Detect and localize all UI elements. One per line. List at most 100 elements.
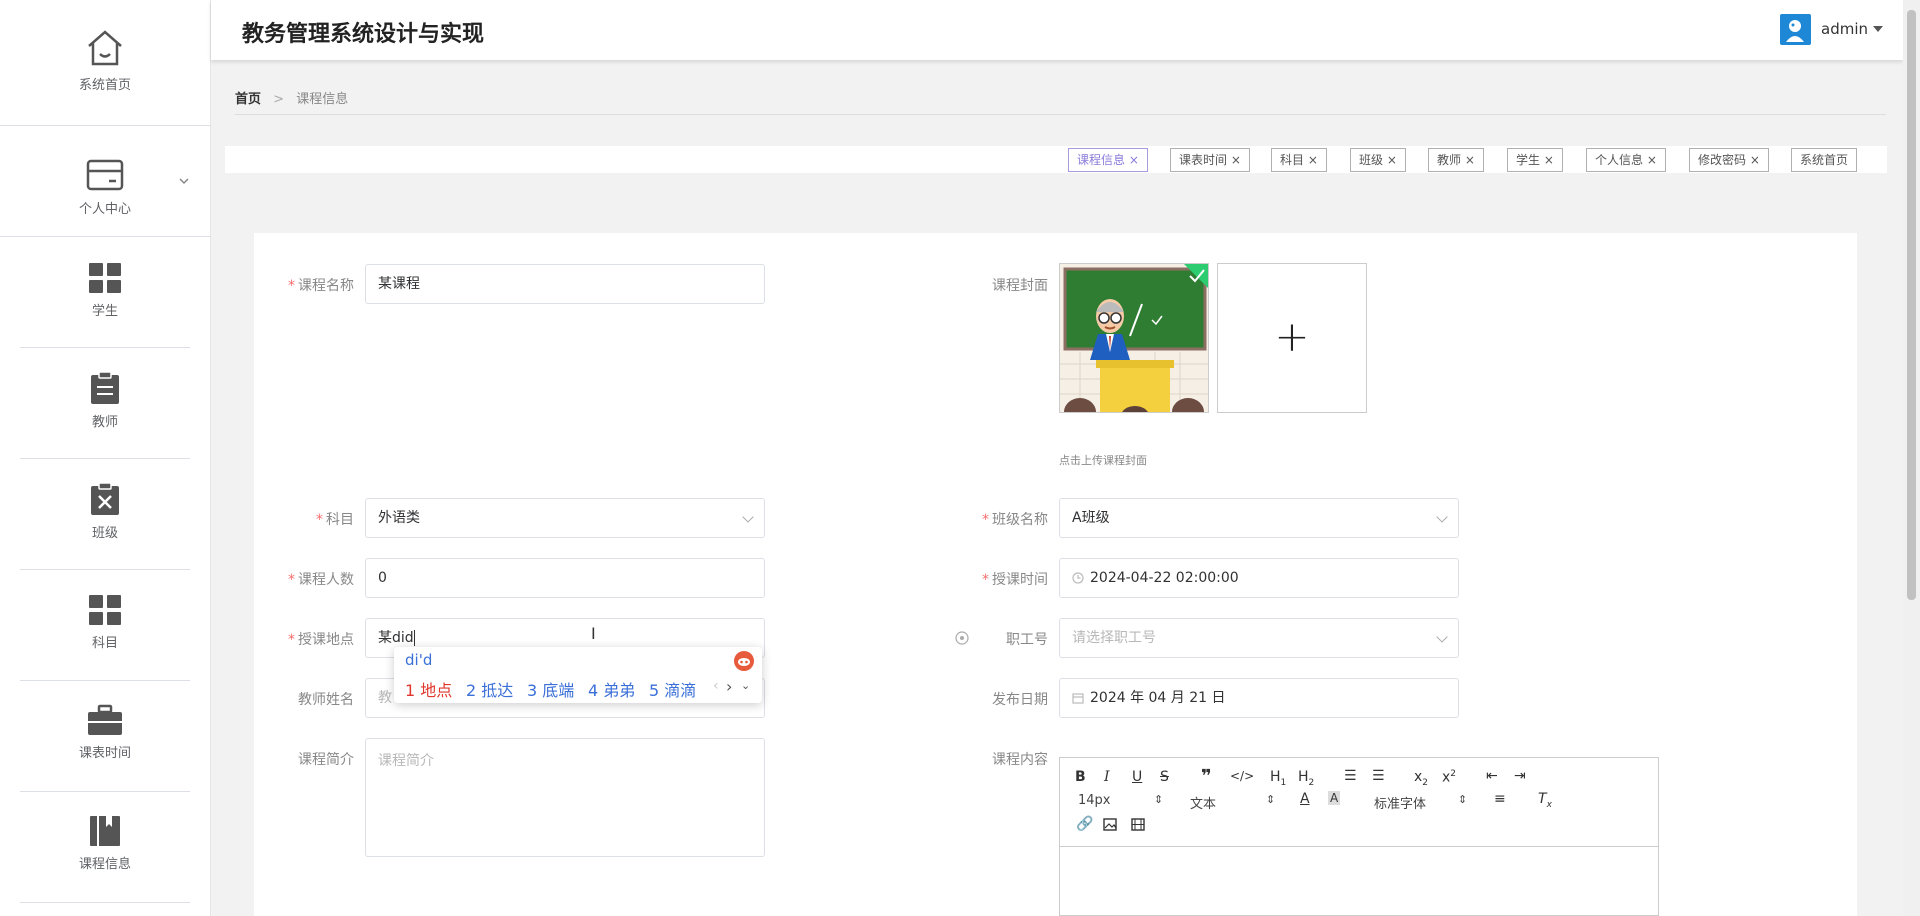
chevron-left-icon[interactable]: ‹ [713, 678, 719, 694]
cover-image[interactable] [1059, 263, 1209, 413]
cover-label: 课程封面 [992, 278, 1048, 294]
heading2-icon[interactable]: H2 [1298, 769, 1314, 788]
text-cursor-icon: I [591, 624, 596, 643]
underline-icon[interactable]: U [1132, 769, 1142, 785]
background-color-icon[interactable]: A [1328, 791, 1341, 805]
wallet-icon [86, 159, 124, 191]
ime-candidate[interactable]: 3 底端 [527, 677, 574, 701]
time-picker[interactable]: 2024-04-22 02:00:00 [1059, 558, 1459, 598]
block-format-select[interactable]: 文本 [1190, 793, 1216, 812]
sidebar-item-course[interactable]: 课程信息 [20, 815, 190, 872]
clipboard-x-icon [91, 482, 119, 515]
publish-date-picker[interactable]: 2024 年 04 月 21 日 [1059, 678, 1459, 718]
video-icon[interactable] [1131, 818, 1145, 831]
time-label: * 授课时间 [982, 572, 1048, 588]
course-name-input[interactable]: 某课程 [365, 264, 765, 304]
grid-icon [89, 263, 121, 293]
caret-down-icon[interactable] [1872, 25, 1884, 33]
sidebar-item-label: 课表时间 [78, 746, 131, 761]
sidebar: 系统首页 个人中心 学生 教师 班级 科目 课表时间 课程信息 [0, 0, 211, 916]
page-title: 教务管理系统设计与实现 [242, 22, 485, 47]
ime-candidate[interactable]: 2 抵达 [466, 677, 513, 701]
tag-schedule[interactable]: 课表时间 × [1170, 148, 1250, 172]
sidebar-item-student[interactable]: 学生 [20, 262, 190, 319]
code-icon[interactable]: </> [1230, 769, 1254, 783]
ime-candidate[interactable]: 4 弟弟 [588, 677, 635, 701]
book-icon [90, 816, 120, 846]
count-input[interactable]: 0 [365, 558, 765, 598]
intro-label: 课程简介 [298, 752, 354, 768]
briefcase-icon [88, 704, 122, 735]
cover-hint: 点击上传课程封面 [1059, 454, 1147, 467]
sidebar-item-teacher[interactable]: 教师 [20, 371, 190, 430]
tag-teacher[interactable]: 教师 × [1428, 148, 1484, 172]
align-icon[interactable]: ≡ [1494, 791, 1506, 807]
tag-change-password[interactable]: 修改密码 × [1689, 148, 1769, 172]
intro-textarea[interactable]: 课程简介 [365, 738, 765, 857]
count-label: * 课程人数 [288, 572, 354, 588]
divider [20, 791, 190, 792]
bullet-list-icon[interactable]: ☰ [1372, 768, 1385, 784]
font-size-select[interactable]: 14px [1078, 793, 1111, 808]
avatar[interactable] [1780, 14, 1811, 45]
tag-subject[interactable]: 科目 × [1271, 148, 1327, 172]
divider [20, 902, 190, 903]
link-icon[interactable]: 🔗 [1076, 816, 1093, 832]
teacher-name-label: 教师姓名 [298, 692, 354, 708]
scrollbar[interactable] [1903, 0, 1920, 916]
tag-student[interactable]: 学生 × [1507, 148, 1563, 172]
divider [0, 125, 211, 126]
strikethrough-icon[interactable]: S [1160, 769, 1169, 785]
tag-course-info[interactable]: 课程信息 × [1068, 148, 1148, 172]
outdent-icon[interactable]: ⇤ [1486, 768, 1498, 784]
chevron-down-icon[interactable]: ⌄ [741, 679, 750, 692]
sidebar-item-label: 课程信息 [78, 857, 131, 872]
staff-no-select[interactable]: 请选择职工号 [1059, 618, 1459, 658]
upload-button[interactable]: + [1217, 263, 1367, 413]
course-name-label: * 课程名称 [288, 278, 354, 294]
ime-candidate[interactable]: 1 地点 [405, 677, 452, 701]
font-color-icon[interactable]: A [1300, 791, 1310, 807]
sidebar-item-label: 学生 [91, 304, 118, 319]
sidebar-item-home[interactable]: 系统首页 [20, 28, 190, 93]
scrollbar-thumb[interactable] [1907, 10, 1916, 600]
sidebar-item-subject[interactable]: 科目 [20, 594, 190, 651]
font-family-select[interactable]: 标准字体 [1374, 793, 1426, 812]
ime-popup: di'd 1 地点 2 抵达 3 底端 4 弟弟 5 滴滴 ‹ › ⌄ [394, 647, 762, 703]
plus-icon: + [1274, 312, 1310, 361]
quote-icon[interactable]: ❞ [1201, 766, 1212, 787]
clear-format-icon[interactable]: Tx [1538, 791, 1552, 810]
class-name-label: * 班级名称 [982, 512, 1048, 528]
home-icon [88, 30, 122, 66]
tag-home[interactable]: 系统首页 [1791, 148, 1858, 172]
breadcrumb-home[interactable]: 首页 [235, 92, 261, 107]
user-name[interactable]: admin [1821, 20, 1868, 38]
heading1-icon[interactable]: H1 [1270, 769, 1286, 788]
staff-no-label: 职工号 [1006, 632, 1048, 648]
bold-icon[interactable]: B [1075, 769, 1086, 785]
subject-select[interactable]: 外语类 [365, 498, 765, 538]
clipboard-icon [91, 371, 119, 404]
chevron-right-icon[interactable]: › [726, 677, 732, 696]
ime-logo-icon [734, 651, 754, 671]
breadcrumb: 首页 > 课程信息 [235, 88, 348, 107]
caret-updown-icon: ⇕ [1154, 793, 1164, 806]
sidebar-item-profile[interactable]: 个人中心 [20, 158, 190, 217]
indent-icon[interactable]: ⇥ [1514, 768, 1526, 784]
class-name-select[interactable]: A班级 [1059, 498, 1459, 538]
subscript-icon[interactable]: x2 [1414, 769, 1428, 788]
ime-candidate[interactable]: 5 滴滴 [649, 677, 696, 701]
superscript-icon[interactable]: x2 [1442, 769, 1456, 786]
clock-icon [1072, 572, 1084, 584]
italic-icon[interactable]: I [1104, 769, 1110, 785]
image-icon[interactable] [1103, 818, 1117, 831]
tag-class[interactable]: 班级 × [1350, 148, 1406, 172]
sidebar-item-class[interactable]: 班级 [20, 482, 190, 541]
place-label: * 授课地点 [288, 632, 354, 648]
tag-personal-info[interactable]: 个人信息 × [1586, 148, 1666, 172]
ordered-list-icon[interactable]: ☰ [1344, 768, 1357, 784]
sidebar-item-schedule[interactable]: 课表时间 [20, 704, 190, 761]
chevron-down-icon[interactable] [178, 176, 190, 186]
chevron-down-icon [1436, 511, 1448, 523]
breadcrumb-current: 课程信息 [296, 92, 349, 107]
